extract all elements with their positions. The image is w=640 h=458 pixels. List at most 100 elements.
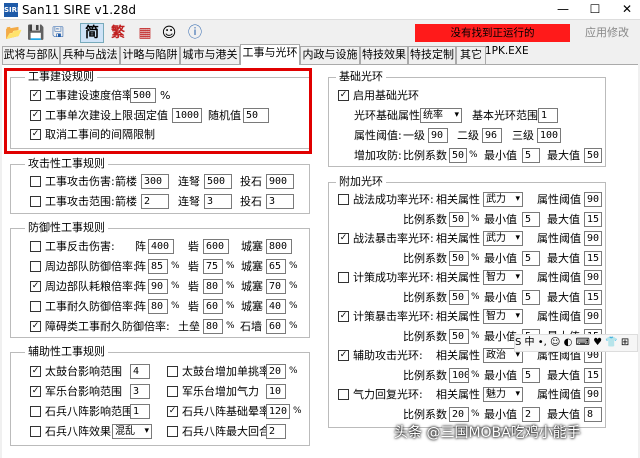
attr-threshold-input[interactable]: 90 [584, 270, 602, 285]
camp-durability-input[interactable]: 80 [148, 299, 168, 314]
camp-counter-input[interactable]: 400 [148, 239, 174, 254]
arrow-tower-range-input[interactable]: 2 [141, 194, 169, 209]
fort-durability-input[interactable]: 60 [203, 299, 223, 314]
calendar-icon[interactable]: ▦ [134, 23, 156, 43]
formation-range-input[interactable]: 1 [130, 404, 150, 419]
formation-turns-input[interactable]: 2 [266, 424, 286, 439]
citadel-counter-input[interactable]: 800 [266, 239, 292, 254]
drum-range-checkbox[interactable]: ✓ [30, 366, 41, 377]
min-input[interactable]: 5 [522, 212, 540, 227]
simplified-chinese-button[interactable]: 简 [80, 23, 104, 43]
traditional-chinese-button[interactable]: 繁 [106, 23, 130, 43]
crossbow-range-input[interactable]: 3 [204, 194, 232, 209]
aura-range-input[interactable]: 1 [538, 108, 558, 123]
min-input[interactable]: 5 [522, 148, 540, 163]
ratio-input[interactable]: 50 [449, 290, 469, 305]
ratio-input[interactable]: 20 [449, 407, 469, 422]
ratio-input[interactable]: 50 [449, 148, 467, 163]
crossbow-damage-input[interactable]: 500 [204, 174, 232, 189]
min-input[interactable]: 5 [522, 290, 540, 305]
formation-effect-select[interactable]: 混乱 [112, 424, 152, 439]
related-attr-select[interactable]: 武力 [483, 192, 523, 207]
apply-changes-button[interactable]: 应用修改 [578, 24, 636, 42]
tab-works-auras[interactable]: 工事与光环 [240, 44, 300, 65]
aura-row-checkbox[interactable] [338, 272, 349, 283]
nearby-food-checkbox[interactable]: ✓ [30, 281, 41, 292]
music-morale-checkbox[interactable] [167, 386, 178, 397]
durability-defense-checkbox[interactable] [30, 301, 41, 312]
attr-threshold-input[interactable]: 90 [584, 387, 602, 402]
formation-turns-checkbox[interactable] [167, 426, 178, 437]
max-input[interactable]: 8 [584, 407, 602, 422]
attr-threshold-input[interactable]: 90 [584, 192, 602, 207]
nearby-defense-checkbox[interactable] [30, 261, 41, 272]
attr-threshold-input[interactable]: 90 [584, 231, 602, 246]
open-folder-icon[interactable]: 📂 [4, 23, 24, 43]
tab-schemes-traps[interactable]: 计略与陷阱 [120, 46, 180, 64]
aura-row-checkbox[interactable] [338, 389, 349, 400]
maximize-button[interactable]: ☐ [585, 2, 605, 16]
related-attr-select[interactable]: 魅力 [483, 387, 523, 402]
music-range-checkbox[interactable]: ✓ [30, 386, 41, 397]
related-attr-select[interactable]: 武力 [483, 231, 523, 246]
tab-cities-ports[interactable]: 城市与港关 [180, 46, 240, 64]
tab-domestic-facilities[interactable]: 内政与设施 [300, 46, 360, 64]
citadel-defense-input[interactable]: 65 [266, 259, 286, 274]
catapult-range-input[interactable]: 3 [266, 194, 294, 209]
max-input[interactable]: 50 [584, 148, 602, 163]
attr-threshold-input[interactable]: 90 [584, 309, 602, 324]
close-button[interactable]: ✕ [617, 2, 637, 16]
min-input[interactable]: 5 [522, 368, 540, 383]
camp-food-input[interactable]: 90 [148, 279, 168, 294]
level3-input[interactable]: 100 [537, 128, 561, 143]
tab-skill-custom[interactable]: 特技定制 [408, 46, 456, 64]
save-as-icon[interactable]: 🖫 [48, 23, 68, 43]
aura-row-checkbox[interactable] [338, 194, 349, 205]
level2-input[interactable]: 96 [482, 128, 502, 143]
fort-counter-input[interactable]: 600 [203, 239, 229, 254]
drum-duel-input[interactable]: 20 [266, 364, 286, 379]
max-input[interactable]: 15 [584, 212, 602, 227]
max-input[interactable]: 15 [584, 290, 602, 305]
formation-range-checkbox[interactable] [30, 406, 41, 417]
earth-wall-input[interactable]: 80 [203, 319, 223, 334]
arrow-tower-damage-input[interactable]: 300 [141, 174, 169, 189]
attack-damage-checkbox[interactable] [30, 176, 41, 187]
tab-skill-effects[interactable]: 特技效果 [360, 46, 408, 64]
tab-generals-units[interactable]: 武将与部队 [2, 46, 60, 64]
save-icon[interactable]: 💾 [26, 23, 46, 43]
citadel-food-input[interactable]: 70 [266, 279, 286, 294]
related-attr-select[interactable]: 智力 [483, 270, 523, 285]
tab-troops-tactics[interactable]: 兵种与战法 [60, 46, 120, 64]
info-icon[interactable]: ⓘ [184, 23, 206, 43]
ratio-input[interactable]: 50 [449, 329, 469, 344]
tab-other[interactable]: 其它 [456, 46, 486, 64]
min-input[interactable]: 5 [522, 251, 540, 266]
formation-stun-checkbox[interactable]: ✓ [167, 406, 178, 417]
enable-base-aura-checkbox[interactable]: ✓ [338, 90, 349, 101]
music-range-input[interactable]: 3 [130, 384, 150, 399]
attack-range-checkbox[interactable] [30, 196, 41, 207]
ratio-input[interactable]: 100 [449, 368, 469, 383]
fort-defense-input[interactable]: 75 [203, 259, 223, 274]
ratio-input[interactable]: 50 [449, 251, 469, 266]
aura-attr-select[interactable]: 统率 [420, 108, 462, 123]
aura-row-checkbox[interactable]: ✓ [338, 350, 349, 361]
drum-range-input[interactable]: 4 [130, 364, 150, 379]
max-input[interactable]: 15 [584, 251, 602, 266]
citadel-durability-input[interactable]: 40 [266, 299, 286, 314]
character-icon[interactable]: ☺ [158, 23, 180, 43]
related-attr-select[interactable]: 智力 [483, 309, 523, 324]
catapult-damage-input[interactable]: 900 [266, 174, 294, 189]
counter-damage-checkbox[interactable] [30, 241, 41, 252]
formation-effect-checkbox[interactable] [30, 426, 41, 437]
level1-input[interactable]: 90 [428, 128, 448, 143]
aura-row-checkbox[interactable]: ✓ [338, 233, 349, 244]
formation-stun-input[interactable]: 120 [266, 404, 290, 419]
minimize-button[interactable]: — [553, 2, 573, 16]
fort-food-input[interactable]: 80 [203, 279, 223, 294]
camp-defense-input[interactable]: 85 [148, 259, 168, 274]
stone-wall-input[interactable]: 60 [266, 319, 286, 334]
ratio-input[interactable]: 50 [449, 212, 469, 227]
music-morale-input[interactable]: 10 [266, 384, 286, 399]
